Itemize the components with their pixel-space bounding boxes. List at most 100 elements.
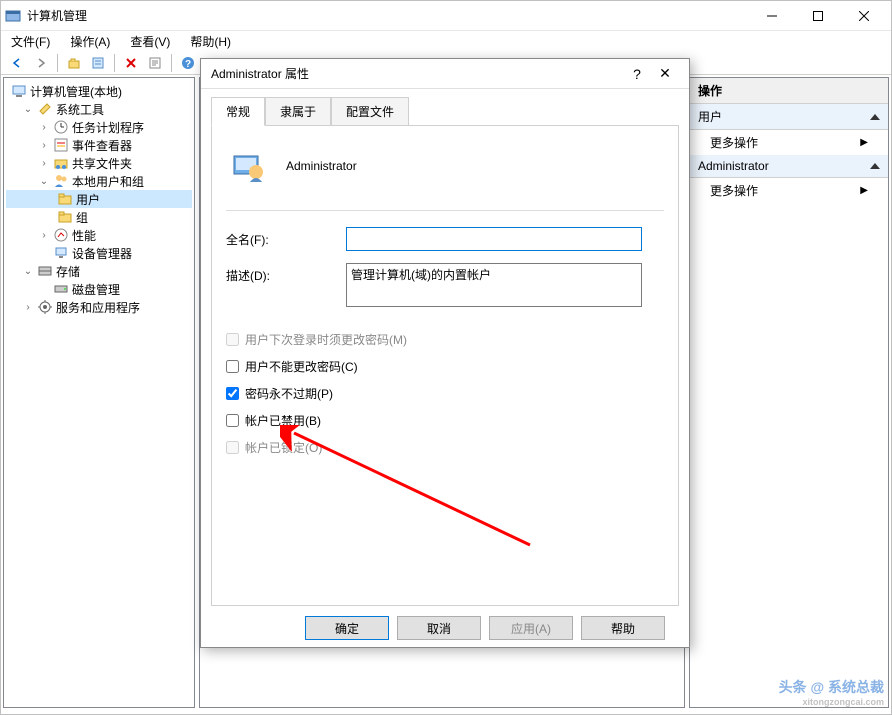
expand-icon[interactable]: › xyxy=(22,302,34,313)
sharedfolder-icon xyxy=(53,155,69,171)
collapse-icon[interactable]: ⌄ xyxy=(38,176,50,187)
description-input[interactable]: 管理计算机(域)的内置帐户 xyxy=(346,263,642,307)
tree-panel: 计算机管理(本地) ⌄ 系统工具 › 任务计划程序 › 事件查看器 › 共享文件… xyxy=(3,77,195,708)
tools-icon xyxy=(37,101,53,117)
tree-systemtools[interactable]: ⌄ 系统工具 xyxy=(6,100,192,118)
tree-devicemgr[interactable]: 设备管理器 xyxy=(6,244,192,262)
checkbox-locked-row: 帐户已锁定(O) xyxy=(226,439,664,456)
maximize-button[interactable] xyxy=(795,1,841,31)
tab-profile[interactable]: 配置文件 xyxy=(331,97,409,125)
tree-label: 计算机管理(本地) xyxy=(30,83,122,100)
expand-icon[interactable]: › xyxy=(38,140,50,151)
tree-label: 设备管理器 xyxy=(72,245,132,262)
users-icon xyxy=(53,173,69,189)
up-button[interactable] xyxy=(64,53,84,73)
watermark-sub: xitongzongcai.com xyxy=(779,697,884,707)
dialog-help-button[interactable]: ? xyxy=(623,66,651,82)
actions-more-2[interactable]: 更多操作 ▶ xyxy=(690,178,888,203)
toolbar-separator xyxy=(171,54,172,72)
actions-header: 操作 xyxy=(690,78,888,104)
description-label: 描述(D): xyxy=(226,263,346,284)
collapse-icon xyxy=(870,114,880,120)
fullname-input[interactable] xyxy=(346,227,642,251)
titlebar: 计算机管理 xyxy=(1,1,891,31)
divider xyxy=(226,210,664,211)
tree-label: 共享文件夹 xyxy=(72,155,132,172)
tree-label: 组 xyxy=(76,209,88,226)
watermark-text: 头条 @ 系统总裁 xyxy=(779,679,884,695)
tree-localusers[interactable]: ⌄ 本地用户和组 xyxy=(6,172,192,190)
tree-groups[interactable]: 组 xyxy=(6,208,192,226)
tree-label: 性能 xyxy=(72,227,96,244)
tree-sharedfolders[interactable]: › 共享文件夹 xyxy=(6,154,192,172)
collapse-icon[interactable]: ⌄ xyxy=(22,266,34,277)
collapse-icon[interactable]: ⌄ xyxy=(22,104,34,115)
close-button[interactable] xyxy=(841,1,887,31)
forward-button[interactable] xyxy=(31,53,51,73)
cancel-button[interactable]: 取消 xyxy=(397,616,481,640)
menu-file[interactable]: 文件(F) xyxy=(7,31,54,52)
fullname-row: 全名(F): xyxy=(226,227,664,251)
tree-label: 本地用户和组 xyxy=(72,173,144,190)
action-label: 更多操作 xyxy=(710,134,758,151)
watermark: 头条 @ 系统总裁 xitongzongcai.com xyxy=(779,677,884,707)
expand-icon[interactable]: › xyxy=(38,122,50,133)
storage-icon xyxy=(37,263,53,279)
actions-section-admin[interactable]: Administrator xyxy=(690,155,888,178)
help-button[interactable]: 帮助 xyxy=(581,616,665,640)
checkbox-disabled[interactable] xyxy=(226,414,239,427)
menu-help[interactable]: 帮助(H) xyxy=(186,31,235,52)
tree-root[interactable]: 计算机管理(本地) xyxy=(6,82,192,100)
clock-icon xyxy=(53,119,69,135)
user-header: Administrator xyxy=(226,142,664,190)
checkbox-neverexpires[interactable] xyxy=(226,387,239,400)
dialog-close-button[interactable]: ✕ xyxy=(651,65,679,82)
actions-more-1[interactable]: 更多操作 ▶ xyxy=(690,130,888,155)
collapse-icon xyxy=(870,163,880,169)
checkbox-disabled-row[interactable]: 帐户已禁用(B) xyxy=(226,412,664,429)
description-row: 描述(D): 管理计算机(域)的内置帐户 xyxy=(226,263,664,307)
checkbox-cannotchange[interactable] xyxy=(226,360,239,373)
checkbox-label: 密码永不过期(P) xyxy=(245,385,333,402)
checkbox-neverexpires-row[interactable]: 密码永不过期(P) xyxy=(226,385,664,402)
tree-label: 存储 xyxy=(56,263,80,280)
checkbox-nextlogon xyxy=(226,333,239,346)
app-icon xyxy=(5,8,21,24)
checkbox-label: 用户不能更改密码(C) xyxy=(245,358,358,375)
ok-button[interactable]: 确定 xyxy=(305,616,389,640)
menu-action[interactable]: 操作(A) xyxy=(66,31,114,52)
tree-storage[interactable]: ⌄ 存储 xyxy=(6,262,192,280)
delete-button[interactable] xyxy=(121,53,141,73)
tree-users[interactable]: 用户 xyxy=(6,190,192,208)
help-button[interactable]: ? xyxy=(178,53,198,73)
tab-general[interactable]: 常规 xyxy=(211,97,265,126)
tree-services[interactable]: › 服务和应用程序 xyxy=(6,298,192,316)
tree-performance[interactable]: › 性能 xyxy=(6,226,192,244)
apply-button[interactable]: 应用(A) xyxy=(489,616,573,640)
tree-eventviewer[interactable]: › 事件查看器 xyxy=(6,136,192,154)
expand-icon[interactable]: › xyxy=(38,158,50,169)
dialog-titlebar: Administrator 属性 ? ✕ xyxy=(201,59,689,89)
props-button[interactable] xyxy=(88,53,108,73)
minimize-button[interactable] xyxy=(749,1,795,31)
user-display-name: Administrator xyxy=(286,159,357,173)
actions-section-users[interactable]: 用户 xyxy=(690,104,888,130)
performance-icon xyxy=(53,227,69,243)
chevron-right-icon: ▶ xyxy=(860,137,868,148)
menu-view[interactable]: 查看(V) xyxy=(126,31,174,52)
user-icon xyxy=(230,148,266,184)
checkbox-cannotchange-row[interactable]: 用户不能更改密码(C) xyxy=(226,358,664,375)
tab-memberof[interactable]: 隶属于 xyxy=(265,97,331,125)
tree-label: 磁盘管理 xyxy=(72,281,120,298)
back-button[interactable] xyxy=(7,53,27,73)
fullname-label: 全名(F): xyxy=(226,227,346,248)
tree-diskmgmt[interactable]: 磁盘管理 xyxy=(6,280,192,298)
properties-button[interactable] xyxy=(145,53,165,73)
tree-label: 事件查看器 xyxy=(72,137,132,154)
tree-label: 用户 xyxy=(76,191,100,208)
tree-label: 服务和应用程序 xyxy=(56,299,140,316)
checkbox-locked xyxy=(226,441,239,454)
tree-scheduler[interactable]: › 任务计划程序 xyxy=(6,118,192,136)
expand-icon[interactable]: › xyxy=(38,230,50,241)
disk-icon xyxy=(53,281,69,297)
